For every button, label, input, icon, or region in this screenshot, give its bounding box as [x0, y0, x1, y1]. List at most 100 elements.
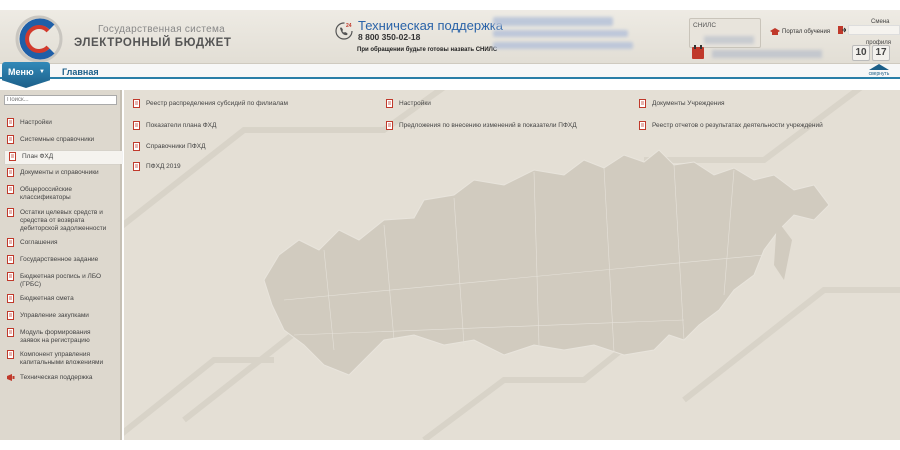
sidebar-item-label: План ФХД: [22, 153, 54, 160]
support-title: Техническая поддержка: [358, 18, 503, 33]
redacted-info-3: [493, 42, 633, 49]
user-name-redacted: [712, 50, 822, 58]
link-results-reports-registry[interactable]: Реестр отчетов о результатах деятельност…: [639, 121, 823, 130]
sidebar-item-label: Настройки: [20, 119, 52, 126]
link-label: ПФХД 2019: [146, 163, 181, 170]
document-icon: [639, 99, 646, 108]
link-pfhd-directories[interactable]: Справочники ПФХД: [133, 142, 206, 151]
sidebar-item-system-directories[interactable]: Системные справочники: [7, 135, 112, 144]
brand-line-2: ЭЛЕКТРОННЫЙ БЮДЖЕТ: [74, 37, 232, 49]
document-icon: [7, 311, 14, 320]
sidebar-item-label: Бюджетная роспись и ЛБО (ГРБС): [20, 273, 102, 288]
link-pfhd-2019[interactable]: ПФХД 2019: [133, 162, 181, 171]
link-label: Реестр отчетов о результатах деятельност…: [652, 122, 823, 129]
link-label: Предложения по внесению изменений в пока…: [399, 122, 577, 129]
document-icon: [7, 208, 14, 217]
link-label: Документы Учреждения: [652, 100, 725, 107]
sidebar-item-tech-support[interactable]: Техническая поддержка: [7, 374, 112, 382]
sidebar-item-label: Управление закупками: [20, 312, 89, 319]
menu-button-label[interactable]: Меню: [8, 67, 34, 77]
link-settings[interactable]: Настройки: [386, 99, 431, 108]
collapse-arrow-icon: [869, 64, 889, 70]
sidebar-item-label: Модуль формирования заявок на регистраци…: [20, 329, 91, 344]
link-label: Показатели плана ФХД: [146, 122, 217, 129]
header: Государственная система ЭЛЕКТРОННЫЙ БЮДЖ…: [0, 10, 900, 64]
sidebar-item-label: Компонент управления капитальными вложен…: [20, 351, 104, 366]
sidebar-item-label: Бюджетная смета: [20, 295, 74, 302]
snils-box: СНИЛС: [689, 18, 761, 48]
link-pfhd-change-proposals[interactable]: Предложения по внесению изменений в пока…: [386, 121, 577, 130]
document-icon: [133, 162, 140, 171]
sidebar-item-label: Остатки целевых средств и средства от во…: [20, 209, 107, 232]
exit-icon: [838, 26, 846, 34]
calendar-icon[interactable]: [692, 45, 704, 59]
support-badge: 24: [346, 23, 352, 29]
document-icon: [133, 99, 140, 108]
support-phone: 8 800 350-02-18: [358, 32, 421, 42]
document-icon: [133, 142, 140, 151]
home-link[interactable]: Главная: [62, 67, 99, 77]
main-content: Реестр распределения субсидий по филиала…: [124, 90, 900, 440]
sidebar-item-settings[interactable]: Настройки: [7, 118, 112, 127]
support-note: При обращении будьте готовы назвать СНИЛ…: [357, 47, 498, 53]
document-icon: [7, 294, 14, 303]
electronic-budget-logo[interactable]: [14, 14, 64, 64]
sidebar-item-state-task[interactable]: Государственное задание: [7, 255, 112, 264]
change-profile-label-1[interactable]: Смена: [871, 19, 889, 25]
sidebar-item-target-funds[interactable]: Остатки целевых средств и средства от во…: [7, 208, 112, 233]
document-icon: [7, 328, 14, 337]
sidebar-item-registration-module[interactable]: Модуль формирования заявок на регистраци…: [7, 328, 112, 345]
document-icon: [7, 118, 14, 127]
document-icon: [7, 185, 14, 194]
document-icon: [9, 152, 16, 161]
app-window: Государственная система ЭЛЕКТРОННЫЙ БЮДЖ…: [0, 0, 900, 450]
document-icon: [7, 272, 14, 281]
sidebar-item-label: Системные справочники: [20, 136, 95, 143]
document-icon: [7, 168, 14, 177]
collapse-label[interactable]: свернуть: [866, 71, 892, 77]
sidebar-item-budget-schedule[interactable]: Бюджетная роспись и ЛБО (ГРБС): [7, 272, 102, 289]
document-icon: [639, 121, 646, 130]
document-icon: [7, 238, 14, 247]
megaphone-icon: [7, 374, 15, 381]
brand-line-1: Государственная система: [98, 24, 226, 35]
link-fhd-indicators[interactable]: Показатели плана ФХД: [133, 121, 216, 130]
link-label: Настройки: [399, 100, 431, 107]
sidebar-item-label: Общероссийские классификаторы: [20, 186, 72, 201]
document-icon: [7, 350, 14, 359]
sidebar-item-documents[interactable]: Документы и справочники: [7, 168, 112, 177]
document-icon: [7, 135, 14, 144]
link-label: Справочники ПФХД: [146, 143, 206, 150]
document-icon: [133, 121, 140, 130]
sidebar-item-label: Соглашения: [20, 239, 58, 246]
menu-bar: [0, 64, 900, 79]
clock-minutes: 17: [872, 45, 890, 61]
sidebar-item-label: Государственное задание: [20, 256, 99, 263]
sidebar-item-procurement[interactable]: Управление закупками: [7, 311, 112, 320]
document-icon: [386, 121, 393, 130]
logout-area[interactable]: [838, 25, 900, 35]
sidebar-item-label: Техническая поддержка: [20, 374, 93, 381]
redacted-info-2: [493, 30, 628, 37]
graduation-cap-icon: [770, 28, 780, 35]
chevron-down-icon[interactable]: ▼: [39, 69, 45, 75]
document-icon: [386, 99, 393, 108]
link-label: Реестр распределения субсидий по филиала…: [146, 100, 288, 107]
sidebar-item-capital-investments[interactable]: Компонент управления капитальными вложен…: [7, 350, 104, 367]
sidebar-item-classifiers[interactable]: Общероссийские классификаторы: [7, 185, 100, 202]
document-icon: [7, 255, 14, 264]
russia-map-background: [124, 90, 900, 440]
collapse-button[interactable]: свернуть: [866, 64, 892, 80]
training-portal-label: Портал обучения: [782, 29, 831, 35]
sidebar-item-fhd-plan[interactable]: План ФХД: [5, 151, 122, 164]
sidebar-item-label: Документы и справочники: [20, 169, 99, 176]
training-portal-link[interactable]: Портал обучения: [770, 25, 830, 39]
link-subsidy-registry[interactable]: Реестр распределения субсидий по филиала…: [133, 99, 288, 108]
link-institution-documents[interactable]: Документы Учреждения: [639, 99, 724, 108]
clock-hours: 10: [852, 45, 870, 61]
sidebar-item-agreements[interactable]: Соглашения: [7, 238, 112, 247]
logout-button[interactable]: [848, 25, 900, 35]
sidebar-search-input[interactable]: [4, 95, 117, 105]
sidebar-item-budget-estimate[interactable]: Бюджетная смета: [7, 294, 112, 303]
snils-label: СНИЛС: [693, 22, 717, 29]
